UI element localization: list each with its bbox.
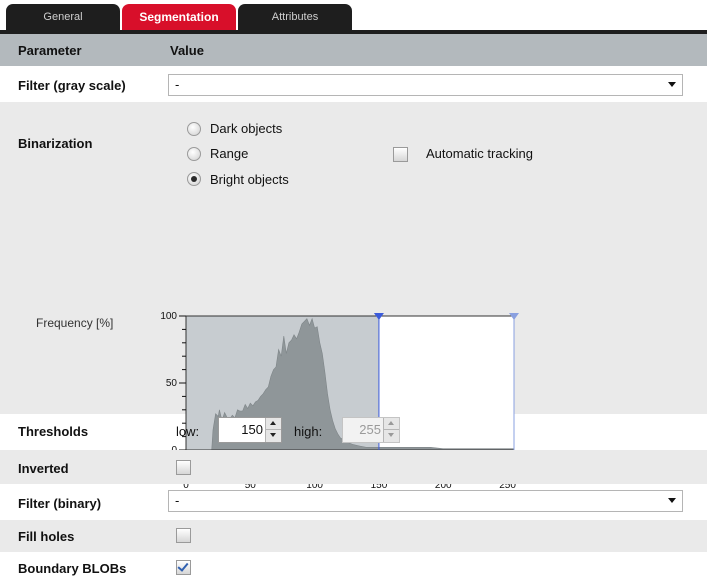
automatic-tracking-checkbox[interactable]: [393, 147, 408, 162]
tab-segmentation-label: Segmentation: [139, 10, 219, 24]
tab-attributes[interactable]: Attributes: [238, 4, 352, 30]
row-thresholds: Thresholds low: 150 high: 255: [0, 414, 707, 450]
filter-gray-value: -: [175, 77, 180, 92]
row-inverted: Inverted: [0, 450, 707, 484]
chevron-down-icon: [668, 82, 676, 87]
chevron-down-icon: [668, 498, 676, 503]
low-label: low:: [176, 424, 200, 439]
high-spinner-arrows: [383, 418, 399, 442]
tab-general[interactable]: General: [6, 4, 120, 30]
boundary-blobs-label: Boundary BLOBs: [18, 561, 127, 576]
low-threshold-spinner[interactable]: 150: [218, 417, 282, 443]
radio-range-label: Range: [210, 146, 249, 161]
high-decrement-icon[interactable]: [384, 430, 399, 441]
radio-bright-objects-label: Bright objects: [210, 172, 289, 187]
low-spinner-arrows: [265, 418, 281, 442]
radio-range[interactable]: [187, 147, 201, 161]
low-threshold-value: 150: [241, 422, 263, 437]
filter-binary-label: Filter (binary): [18, 496, 102, 511]
high-label: high:: [294, 424, 323, 439]
high-threshold-spinner[interactable]: 255: [342, 417, 400, 443]
fill-holes-checkbox[interactable]: [176, 528, 191, 543]
radio-bright-objects[interactable]: [187, 172, 201, 186]
row-filter-binary: Filter (binary) -: [0, 484, 707, 520]
y-axis-label: Frequency [%]: [36, 316, 113, 330]
filter-binary-value: -: [175, 493, 180, 508]
header-value: Value: [170, 43, 204, 58]
low-decrement-icon[interactable]: [266, 430, 281, 441]
y-tick-label: 100: [160, 311, 177, 322]
filter-gray-label: Filter (gray scale): [18, 78, 126, 93]
tab-general-label: General: [43, 11, 83, 23]
boundary-blobs-checkbox[interactable]: [176, 560, 191, 575]
y-tick-label: 50: [166, 378, 178, 389]
low-increment-icon[interactable]: [266, 418, 281, 430]
radio-dark-objects-label: Dark objects: [210, 121, 283, 136]
fill-holes-label: Fill holes: [18, 529, 75, 544]
tab-attributes-label: Attributes: [271, 11, 319, 23]
filter-gray-select[interactable]: -: [168, 74, 683, 96]
inverted-checkbox[interactable]: [176, 460, 191, 475]
inverted-label: Inverted: [18, 461, 69, 476]
row-binarization: Binarization Dark objects Range Bright o…: [0, 102, 707, 491]
automatic-tracking-label: Automatic tracking: [426, 146, 533, 161]
radio-dark-objects[interactable]: [187, 122, 201, 136]
table-header: Parameter Value: [0, 34, 707, 66]
filter-binary-select[interactable]: -: [168, 490, 683, 512]
row-filter-gray: Filter (gray scale) -: [0, 66, 707, 102]
tab-bar: General Segmentation Attributes: [0, 0, 707, 30]
binarization-label: Binarization: [18, 136, 93, 151]
row-fill-holes: Fill holes: [0, 520, 707, 552]
high-increment-icon[interactable]: [384, 418, 399, 430]
row-boundary-blobs: Boundary BLOBs: [0, 552, 707, 582]
thresholds-label: Thresholds: [18, 424, 89, 439]
header-parameter: Parameter: [18, 43, 82, 58]
high-threshold-value: 255: [359, 422, 381, 437]
tab-segmentation[interactable]: Segmentation: [122, 4, 236, 30]
